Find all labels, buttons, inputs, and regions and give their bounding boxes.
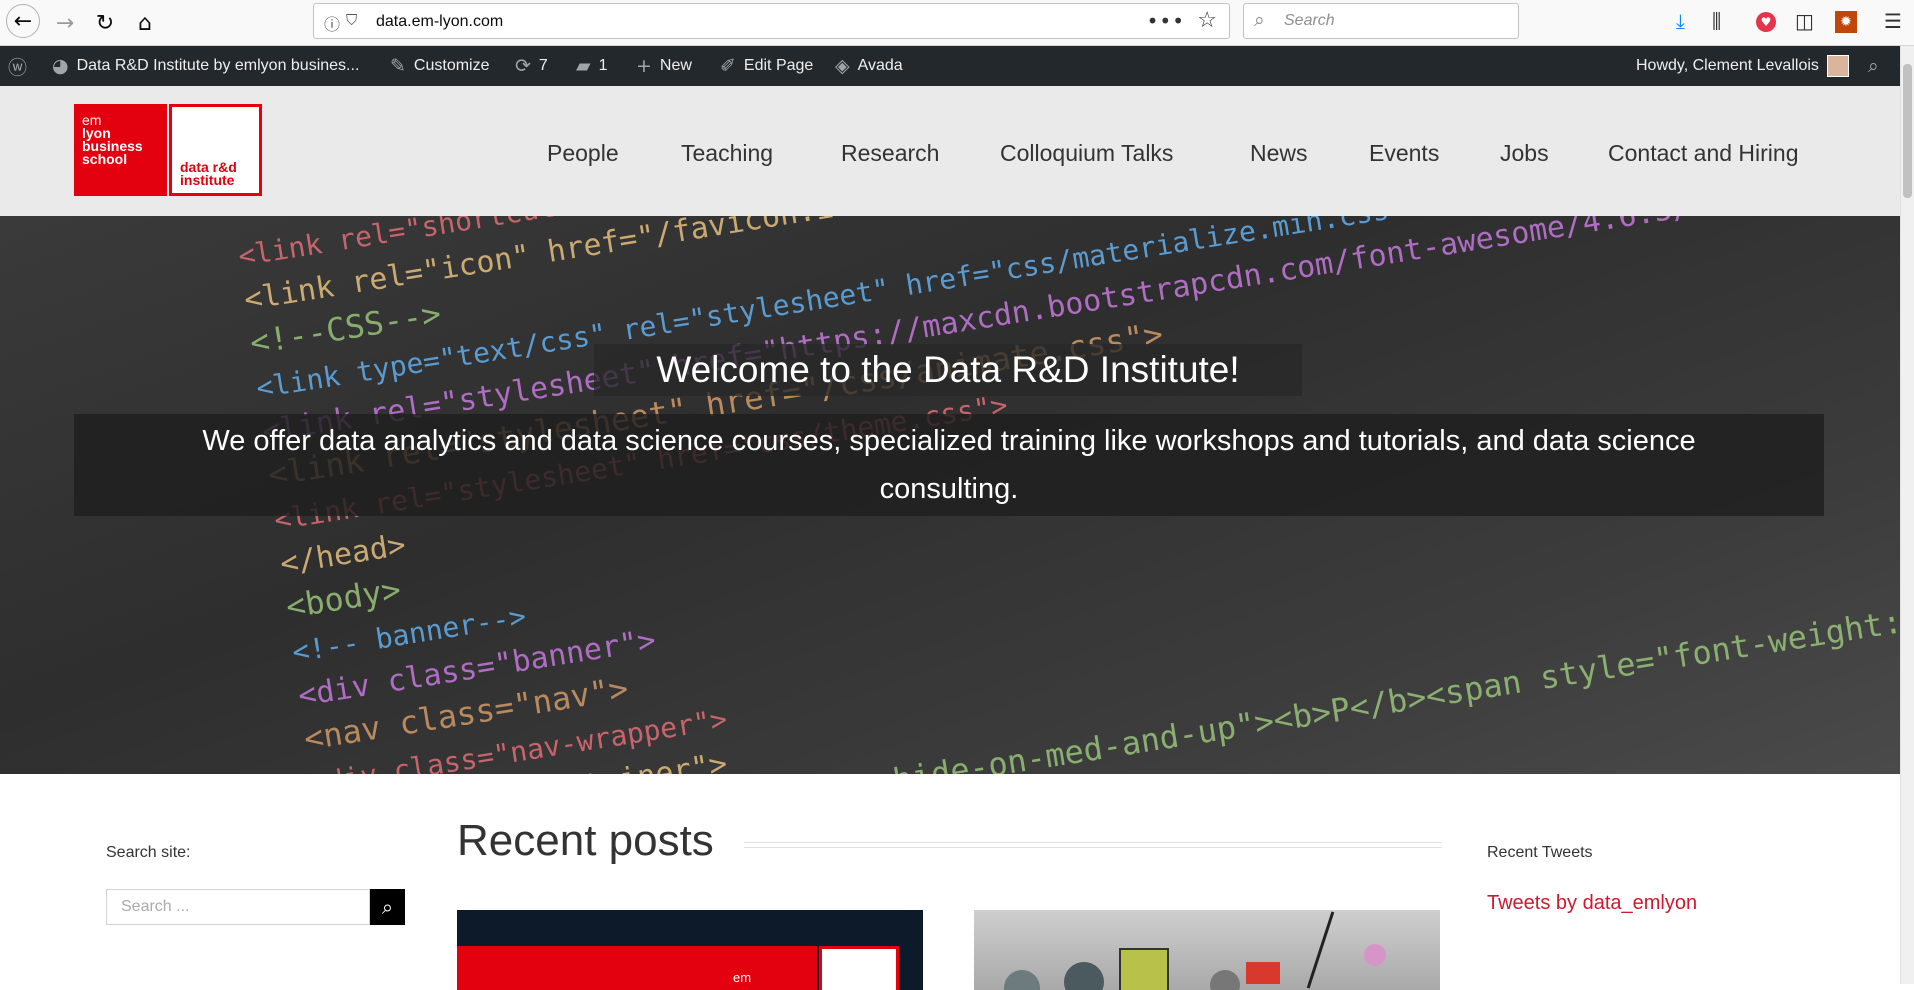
bookmark-star-icon[interactable]: ☆ — [1197, 8, 1217, 33]
admin-new[interactable]: + New — [636, 46, 692, 86]
avatar — [1826, 55, 1849, 77]
admin-new-label: New — [659, 57, 692, 74]
admin-updates[interactable]: ⟳ 7 — [515, 46, 548, 86]
download-icon[interactable]: ⤓ — [1676, 9, 1685, 33]
browser-search-box[interactable]: ⌕ — [1243, 3, 1519, 39]
pencil-icon: ✐ — [720, 55, 736, 77]
thumbnail-red-block — [457, 946, 817, 990]
site-search-input[interactable] — [106, 889, 370, 925]
forward-arrow-icon: → — [55, 10, 75, 36]
post-thumbnail[interactable]: em — [457, 910, 923, 990]
updates-icon: ⟳ — [515, 55, 531, 77]
admin-howdy-label: Howdy, Clement Levallois — [1636, 57, 1819, 74]
hero-subtitle-box: We offer data analytics and data science… — [74, 414, 1824, 516]
admin-avada[interactable]: ◈ Avada — [835, 46, 903, 86]
nav-item-teaching[interactable]: Teaching — [681, 140, 773, 167]
hero-subtitle: We offer data analytics and data science… — [202, 425, 1696, 505]
avada-icon: ◈ — [835, 55, 850, 77]
hero-title-box: Welcome to the Data R&D Institute! — [594, 344, 1302, 396]
back-button[interactable]: ← — [6, 4, 40, 38]
admin-search[interactable]: ⌕ — [1868, 46, 1879, 86]
main-content: Search site: ⌕ Recent posts em Recent Tw… — [0, 774, 1900, 990]
recent-tweets-heading: Recent Tweets — [1487, 844, 1593, 861]
tweets-link[interactable]: Tweets by data_emlyon — [1487, 892, 1697, 915]
scrollbar-thumb[interactable] — [1903, 64, 1912, 198]
extension-icon[interactable]: ✹ — [1835, 11, 1857, 33]
recent-posts-heading: Recent posts — [457, 816, 714, 865]
thumbnail-white-block — [819, 946, 899, 990]
back-arrow-icon: ← — [13, 8, 33, 34]
reload-button[interactable]: ↻ — [88, 6, 122, 40]
thumbnail-text: em — [733, 970, 752, 985]
robot-figure — [1004, 970, 1040, 990]
plus-icon: + — [636, 55, 652, 77]
browser-toolbar: ← → ↻ ⌂ ⓘ ⛉ data.em-lyon.com ••• ☆ ⌕ ⤓ ⫼… — [0, 0, 1914, 46]
page-actions-icon[interactable]: ••• — [1147, 9, 1185, 33]
nav-item-people[interactable]: People — [547, 140, 619, 167]
url-text[interactable]: data.em-lyon.com — [376, 13, 503, 31]
paintbrush-icon: ✎ — [390, 55, 406, 77]
home-button[interactable]: ⌂ — [128, 6, 162, 40]
search-icon: ⌕ — [1868, 55, 1879, 77]
admin-updates-count: 7 — [538, 57, 548, 74]
forward-button[interactable]: → — [48, 6, 82, 40]
admin-site-name[interactable]: ◕ Data R&D Institute by emlyon busines... — [52, 46, 359, 86]
admin-customize-label: Customize — [413, 57, 490, 74]
admin-comments[interactable]: ▰ 1 — [576, 46, 608, 86]
nav-item-contact-and-hiring[interactable]: Contact and Hiring — [1608, 140, 1799, 167]
site-header: em lyon business school data r&d institut… — [0, 86, 1900, 216]
main-navigation: People Teaching Research Colloquium Talk… — [0, 140, 1900, 170]
hamburger-menu-icon[interactable]: ☰ — [1884, 9, 1902, 33]
nav-item-news[interactable]: News — [1250, 140, 1308, 167]
tracking-shield-icon[interactable]: ⛉ — [346, 11, 357, 29]
nav-item-research[interactable]: Research — [841, 140, 939, 167]
admin-avada-label: Avada — [857, 57, 903, 74]
robot-figure — [1210, 970, 1240, 990]
heading-separator — [744, 842, 1442, 848]
admin-wp-logo[interactable]: ⓦ — [8, 46, 27, 86]
logo-text-line: institute — [180, 172, 235, 188]
comment-icon: ▰ — [576, 55, 591, 77]
admin-edit-page-label: Edit Page — [743, 57, 814, 74]
robot-figure — [1064, 962, 1104, 990]
nav-item-jobs[interactable]: Jobs — [1500, 140, 1549, 167]
library-icon[interactable]: ⫼ — [1712, 9, 1721, 33]
search-icon: ⌕ — [381, 895, 394, 919]
admin-site-name-label: Data R&D Institute by emlyon busines... — [76, 57, 360, 74]
dashboard-icon: ◕ — [52, 55, 69, 77]
admin-customize[interactable]: ✎ Customize — [390, 46, 490, 86]
page-scrollbar[interactable] — [1900, 46, 1914, 984]
search-icon: ⌕ — [1254, 9, 1265, 31]
site-search-button[interactable]: ⌕ — [370, 889, 405, 925]
search-site-label: Search site: — [106, 844, 191, 861]
nav-item-colloquium-talks[interactable]: Colloquium Talks — [1000, 140, 1173, 167]
info-icon[interactable]: ⓘ — [324, 11, 340, 35]
pocket-icon[interactable]: ♥ — [1756, 12, 1776, 32]
wp-admin-bar: ⓦ ◕ Data R&D Institute by emlyon busines.… — [0, 46, 1914, 86]
admin-account[interactable]: Howdy, Clement Levallois — [1636, 46, 1849, 86]
admin-comments-count: 1 — [598, 57, 608, 74]
scene-line — [1306, 911, 1335, 989]
hero-banner: <link rel="shortcut icon" href="/favicon… — [0, 216, 1900, 774]
hero-title: Welcome to the Data R&D Institute! — [656, 349, 1240, 390]
nav-item-events[interactable]: Events — [1369, 140, 1439, 167]
admin-edit-page[interactable]: ✐ Edit Page — [720, 46, 813, 86]
reload-icon: ↻ — [95, 10, 115, 36]
url-bar[interactable]: ⓘ ⛉ data.em-lyon.com ••• ☆ — [313, 3, 1230, 39]
sidebar-icon[interactable]: ◫ — [1795, 9, 1814, 33]
home-icon: ⌂ — [138, 10, 152, 36]
wordpress-icon: ⓦ — [8, 56, 28, 79]
robot-figure — [1364, 944, 1386, 966]
browser-search-input[interactable] — [1282, 11, 1506, 31]
robot-figure — [1246, 962, 1280, 984]
post-thumbnail[interactable] — [974, 910, 1440, 990]
